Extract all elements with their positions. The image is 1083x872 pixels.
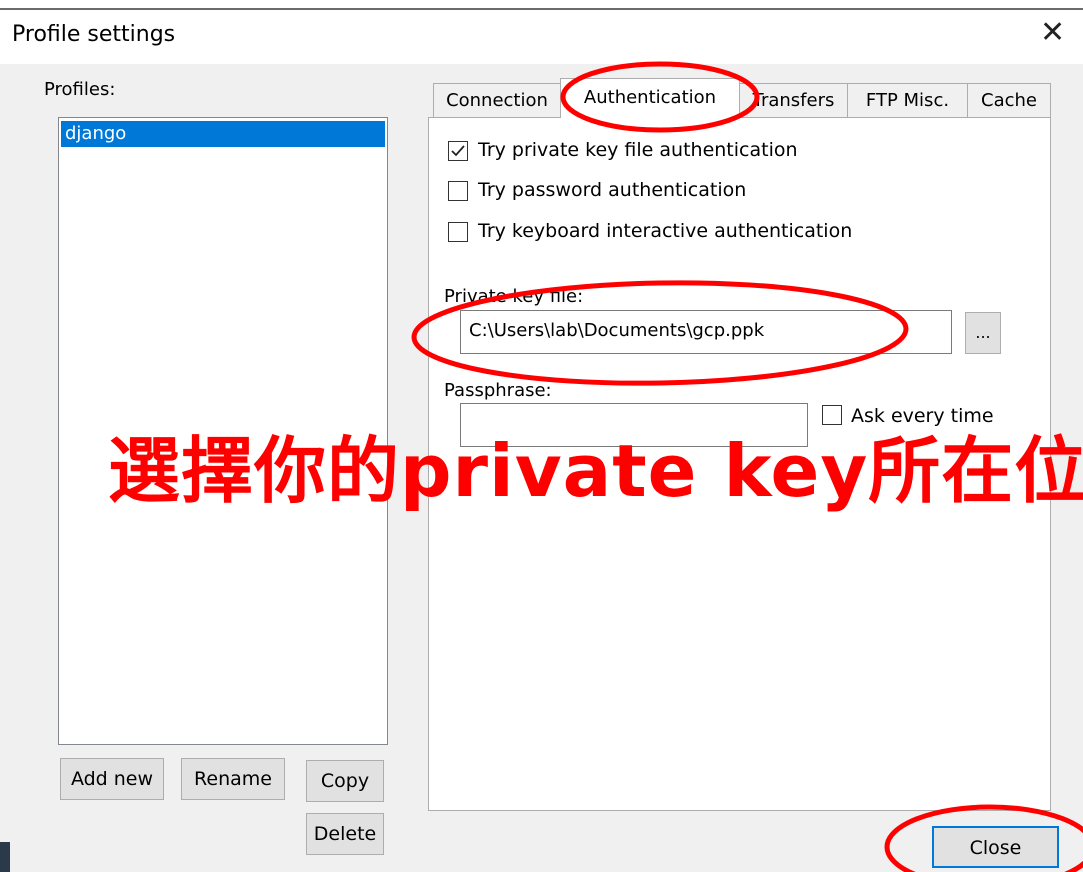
tab-transfers[interactable]: Transfers — [739, 83, 848, 117]
private-key-file-input[interactable]: C:\Users\lab\Documents\gcp.ppk — [460, 310, 952, 354]
delete-button[interactable]: Delete — [306, 813, 384, 855]
private-key-auth-checkbox[interactable] — [448, 141, 468, 161]
checkmark-icon — [451, 145, 465, 157]
tab-connection[interactable]: Connection — [433, 83, 561, 117]
add-new-button[interactable]: Add new — [60, 758, 164, 800]
private-key-auth-label[interactable]: Try private key file authentication — [478, 139, 798, 161]
annotation-text: 選擇你的private key所在位 — [108, 429, 1083, 513]
tab-cache[interactable]: Cache — [967, 83, 1051, 117]
copy-button[interactable]: Copy — [306, 760, 384, 802]
passphrase-label: Passphrase: — [444, 380, 552, 401]
list-item[interactable]: django — [61, 121, 385, 147]
keyboard-interactive-label[interactable]: Try keyboard interactive authentication — [478, 220, 852, 242]
password-auth-label[interactable]: Try password authentication — [478, 179, 746, 201]
close-button[interactable]: Close — [932, 826, 1059, 868]
close-icon[interactable]: ✕ — [1040, 18, 1065, 48]
window-title: Profile settings — [12, 22, 176, 47]
private-key-file-label: Private key file: — [444, 286, 584, 307]
tab-ftp-misc[interactable]: FTP Misc. — [847, 83, 968, 117]
taskbar-fragment — [0, 842, 10, 872]
rename-button[interactable]: Rename — [181, 758, 285, 800]
keyboard-interactive-checkbox[interactable] — [448, 222, 468, 242]
password-auth-checkbox[interactable] — [448, 181, 468, 201]
tab-authentication[interactable]: Authentication — [560, 78, 740, 118]
browse-button[interactable]: ... — [965, 312, 1001, 354]
window-top-border — [0, 8, 1083, 10]
profiles-label: Profiles: — [44, 79, 116, 100]
